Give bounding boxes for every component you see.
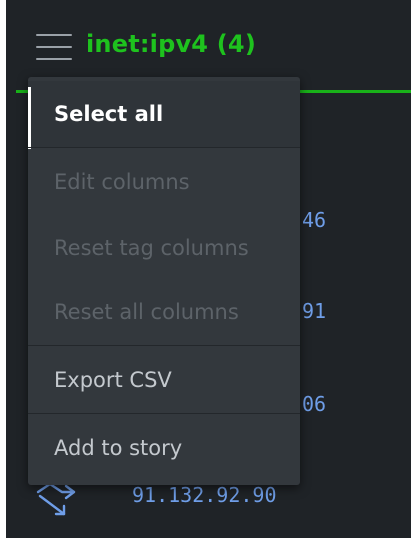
menu-divider <box>28 413 300 414</box>
row-value-partial: 46 <box>302 208 327 232</box>
hamburger-line <box>36 34 72 36</box>
ip-address-cell[interactable]: 91.132.92.90 <box>132 483 277 507</box>
menu-item-edit-columns: Edit columns <box>54 170 190 194</box>
hamburger-line <box>36 58 72 60</box>
column-options-menu: Select all Edit columns Reset tag column… <box>28 77 300 485</box>
hamburger-menu-icon[interactable] <box>36 32 72 62</box>
menu-divider <box>28 147 300 148</box>
menu-item-reset-tag-columns: Reset tag columns <box>54 236 249 260</box>
menu-item-select-all[interactable]: Select all <box>28 81 300 149</box>
panel-title: inet:ipv4 (4) <box>86 30 257 58</box>
menu-divider <box>28 345 300 346</box>
menu-item-add-to-story[interactable]: Add to story <box>28 415 300 481</box>
menu-item-reset-all-columns: Reset all columns <box>54 300 239 324</box>
hamburger-line <box>36 46 72 48</box>
row-value-partial: 91 <box>302 299 327 323</box>
app-screen: inet:ipv4 (4) 46 91 06 91.132.92.90 Sele… <box>6 0 411 538</box>
menu-item-export-csv[interactable]: Export CSV <box>28 347 300 413</box>
row-value-partial: 06 <box>302 392 327 416</box>
